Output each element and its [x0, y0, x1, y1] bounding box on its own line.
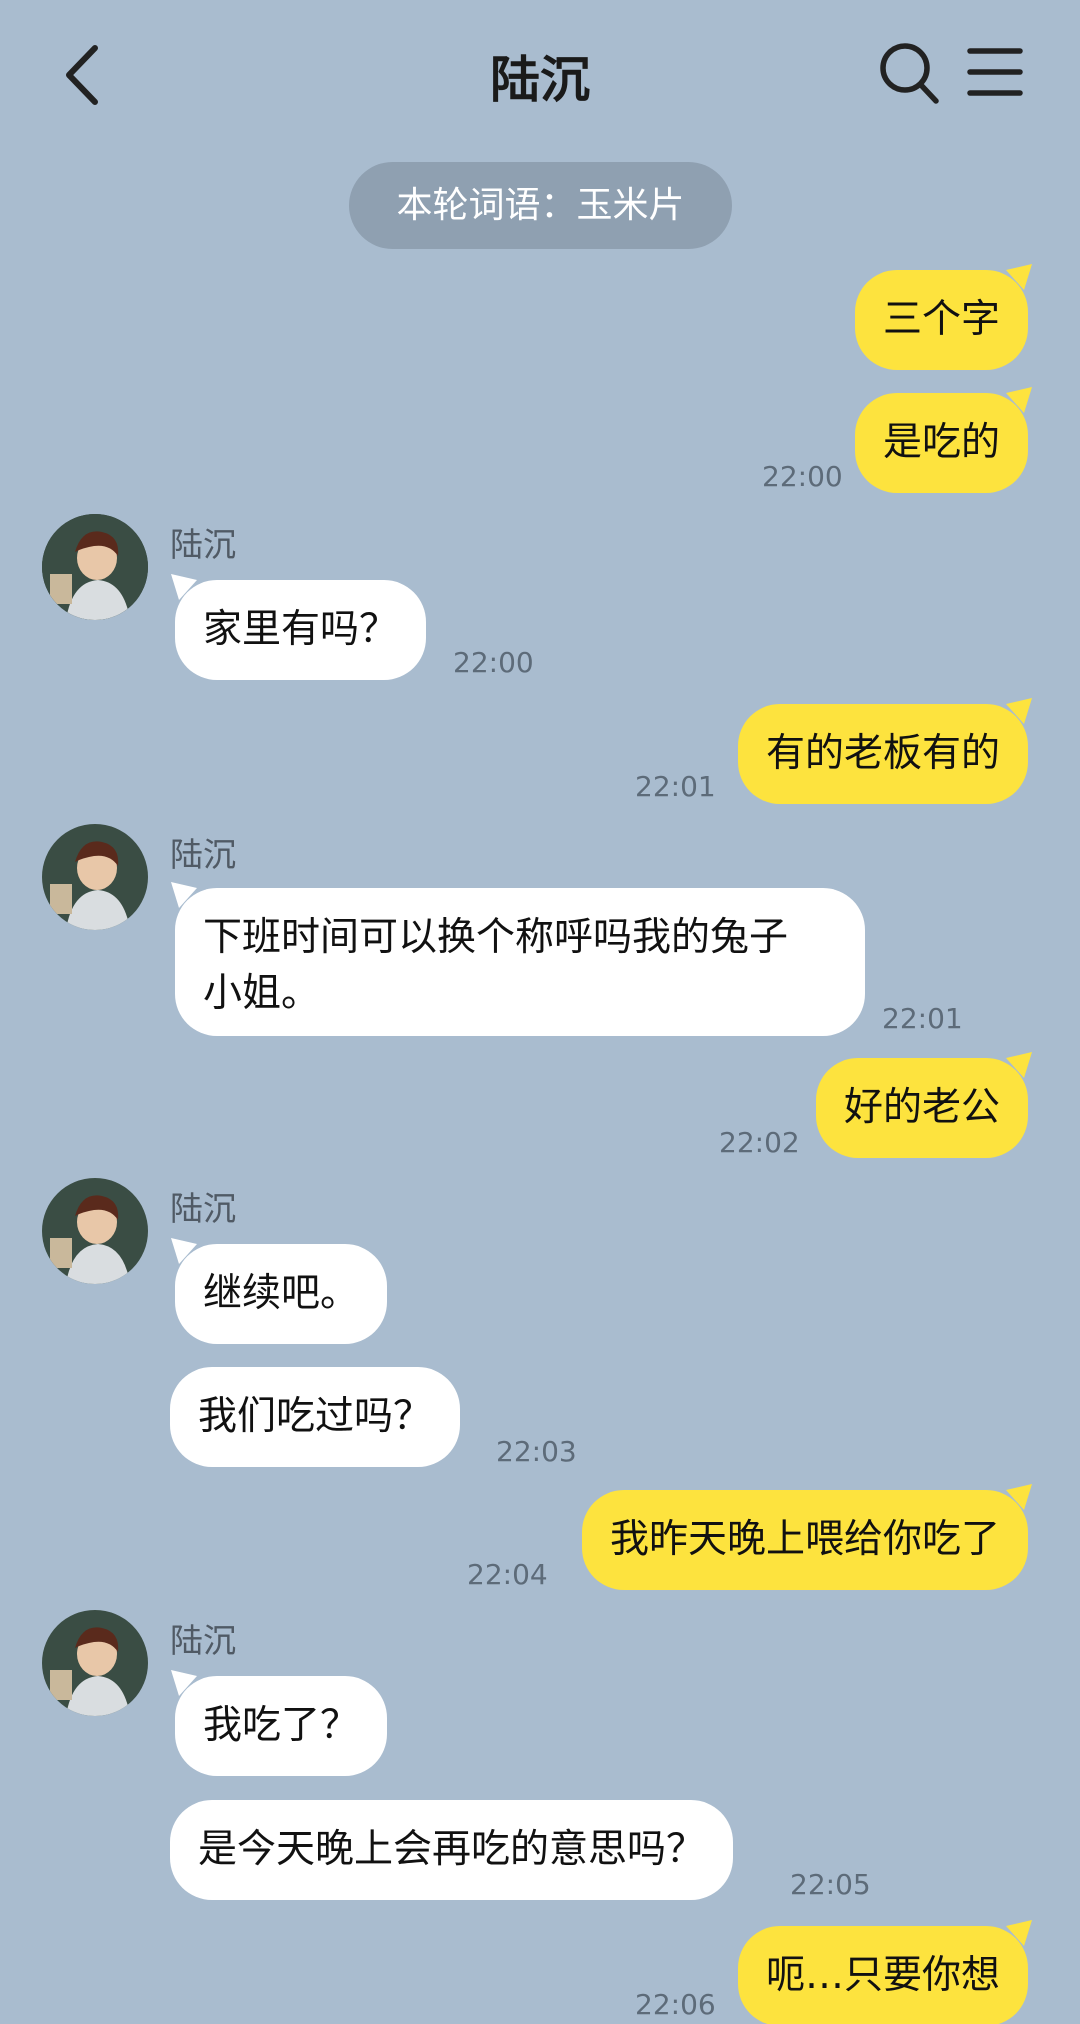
my-message-bubble[interactable]: 我昨天晚上喂给你吃了: [581, 1484, 1032, 1590]
contact-message-bubble[interactable]: 继续吧。: [171, 1238, 388, 1344]
search-icon: [880, 43, 939, 104]
contact-avatar-icon: [42, 824, 148, 930]
avatar[interactable]: [42, 1610, 148, 1716]
bubble-tail-icon: [1006, 387, 1032, 413]
timestamp: 22:03: [496, 1435, 577, 1468]
timestamp: 22:01: [882, 1002, 963, 1035]
message-text: 我昨天晚上喂给你吃了: [609, 1517, 1000, 1562]
menu-icon: [967, 48, 1023, 96]
message-text: 我吃了？: [203, 1703, 360, 1748]
contact-message-bubble[interactable]: 是今天晚上会再吃的意思吗？: [170, 1800, 734, 1900]
bubble-tail-icon: [171, 574, 197, 600]
timestamp: 22:06: [635, 1988, 716, 2021]
message-text: 家里有吗？: [203, 607, 399, 652]
bubble-tail-icon: [1006, 264, 1032, 290]
bubble-tail-icon: [1006, 1920, 1032, 1946]
message-text-line: 下班时间可以换个称呼吗我的兔子: [203, 915, 789, 960]
timestamp: 22:01: [635, 770, 716, 803]
message-text: 我们吃过吗？: [198, 1394, 433, 1439]
timestamp: 22:00: [453, 646, 534, 679]
contact-name: 陆沉: [170, 1189, 236, 1228]
bubble-tail-icon: [171, 1238, 197, 1264]
contact-name: 陆沉: [170, 1621, 236, 1660]
bubble-tail-icon: [1006, 1484, 1032, 1510]
message-text: 是今天晚上会再吃的意思吗？: [198, 1827, 706, 1872]
message-text: 好的老公: [843, 1085, 1000, 1130]
bubble-tail-icon: [1006, 698, 1032, 724]
timestamp: 22:04: [467, 1558, 548, 1591]
message-text: 呃…只要你想: [765, 1953, 1000, 1998]
avatar[interactable]: [42, 514, 148, 620]
contact-message-bubble[interactable]: 我们吃过吗？: [170, 1367, 461, 1467]
avatar[interactable]: [42, 824, 148, 930]
my-message-bubble[interactable]: 呃…只要你想: [737, 1920, 1032, 2024]
my-message-bubble[interactable]: 好的老公: [815, 1052, 1032, 1158]
contact-message-bubble[interactable]: 我吃了？: [171, 1670, 388, 1776]
search-button[interactable]: [878, 40, 940, 106]
bubble-tail-icon: [171, 882, 197, 908]
contact-avatar-icon: [42, 1178, 148, 1284]
avatar[interactable]: [42, 1178, 148, 1284]
contact-avatar-icon: [42, 514, 148, 620]
message-text-line: 小姐。: [203, 971, 321, 1016]
my-message-bubble[interactable]: 有的老板有的: [737, 698, 1032, 804]
contact-message-bubble[interactable]: 家里有吗？: [171, 574, 427, 680]
timestamp: 22:05: [790, 1868, 871, 1901]
contact-avatar-icon: [42, 1610, 148, 1716]
my-message-bubble[interactable]: 是吃的: [854, 387, 1032, 493]
timestamp: 22:00: [762, 460, 843, 493]
contact-message-bubble[interactable]: 下班时间可以换个称呼吗我的兔子 小姐。: [171, 882, 865, 1036]
bubble-tail-icon: [171, 1670, 197, 1696]
my-message-bubble[interactable]: 三个字: [854, 264, 1032, 370]
message-text: 继续吧。: [203, 1271, 360, 1316]
message-text: 有的老板有的: [765, 731, 1000, 776]
message-text: 是吃的: [882, 420, 1000, 465]
bubble-tail-icon: [1006, 1052, 1032, 1078]
contact-name: 陆沉: [170, 835, 236, 874]
timestamp: 22:02: [719, 1126, 800, 1159]
round-word-banner: 本轮词语：玉米片: [349, 162, 732, 249]
message-text: 三个字: [882, 297, 1000, 342]
menu-button[interactable]: [966, 44, 1024, 100]
contact-name: 陆沉: [170, 525, 236, 564]
